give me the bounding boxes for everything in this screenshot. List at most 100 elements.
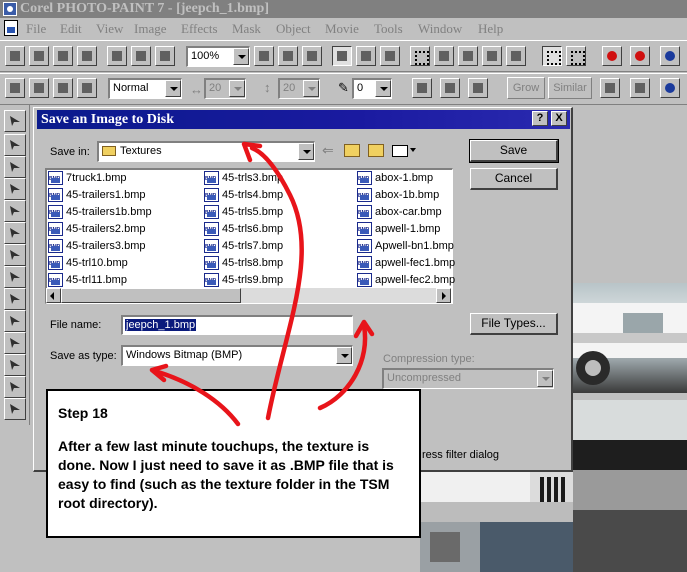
list-item[interactable]: apwell-fec1.bmp [355,255,455,272]
corel-app-icon[interactable] [3,2,17,16]
menu-help[interactable]: Help [478,21,503,37]
menu-mask[interactable]: Mask [232,21,261,37]
clone-tool-icon[interactable] [4,376,26,398]
mask-overlay-icon[interactable] [482,46,502,66]
fill-tool-icon[interactable] [4,310,26,332]
list-item[interactable]: abox-car.bmp [355,204,442,221]
cut-icon[interactable] [107,46,127,66]
zoom-actual-icon[interactable] [278,46,298,66]
corel-tutor-icon[interactable] [630,46,650,66]
tolerance-field[interactable]: 0 [352,78,392,99]
scroll-left-icon[interactable] [46,288,61,303]
mask-preview-icon[interactable] [600,78,620,98]
save-in-select[interactable]: Textures [97,141,315,162]
color-mask-icon[interactable] [660,78,680,98]
paint-bucket-tool-icon[interactable] [4,156,26,178]
info-icon[interactable] [602,46,622,66]
list-item[interactable]: 45-trailers2.bmp [46,221,145,238]
chevron-down-icon[interactable] [336,347,352,364]
list-item[interactable]: 45-trailers1b.bmp [46,204,152,221]
save-as-type-select[interactable]: Windows Bitmap (BMP) [121,345,353,366]
list-item[interactable]: 7truck1.bmp [46,170,127,187]
menu-edit[interactable]: Edit [60,21,82,37]
copy-icon[interactable] [131,46,151,66]
image-sprayer-tool-icon[interactable] [4,398,26,420]
pointer-tool-icon[interactable] [4,110,26,132]
print-icon[interactable] [77,46,97,66]
edit-text-icon[interactable] [380,46,400,66]
menu-window[interactable]: Window [418,21,462,37]
list-item[interactable]: 45-trl10.bmp [46,255,128,272]
menu-view[interactable]: View [96,21,123,37]
feather-icon[interactable] [412,78,432,98]
zoom-select[interactable]: 100% [186,46,250,67]
save-disk-icon[interactable] [53,46,73,66]
text-tool-icon[interactable] [4,288,26,310]
list-view-icon[interactable] [392,145,408,157]
mask-remove-icon[interactable] [458,46,478,66]
chevron-down-icon[interactable] [229,80,245,97]
compression-select[interactable]: Uncompressed [382,368,554,389]
smooth-icon[interactable] [440,78,460,98]
zoom-screen-icon[interactable] [302,46,322,66]
mask-tool-icon[interactable] [4,134,26,156]
mask-show-icon[interactable] [542,46,562,66]
merge-mode-select[interactable]: Normal [108,78,182,99]
list-item[interactable]: 45-trls4.bmp [202,187,283,204]
zoom-fit-icon[interactable] [254,46,274,66]
document-icon[interactable] [4,20,18,36]
height-field[interactable]: 20 [278,78,320,99]
compress-filter-option-label[interactable]: ress filter dialog [422,449,499,461]
open-folder-icon[interactable] [29,46,49,66]
mask-marquee-icon[interactable] [410,46,430,66]
menu-file[interactable]: File [26,21,46,37]
scroll-right-icon[interactable] [436,288,451,303]
menu-movie[interactable]: Movie [325,21,359,37]
scroll-thumb[interactable] [61,288,241,303]
list-item[interactable]: 45-trls3.bmp [202,170,283,187]
new-file-icon[interactable] [5,46,25,66]
object-picker-icon[interactable] [332,46,352,66]
file-list-scrollbar[interactable] [46,288,451,303]
chevron-down-icon[interactable] [298,143,314,160]
cancel-button[interactable]: Cancel [470,168,558,190]
list-item[interactable]: 45-trls7.bmp [202,238,283,255]
pen-tool-icon[interactable] [4,332,26,354]
mask-channel-icon[interactable] [630,78,650,98]
up-folder-icon[interactable] [344,144,360,157]
back-arrow-icon[interactable]: ⇐ [322,142,334,159]
list-item[interactable]: apwell-fec2.bmp [355,272,455,289]
effect-tool-icon[interactable] [4,354,26,376]
mask-mode-add-icon[interactable] [29,78,49,98]
chevron-down-icon[interactable] [537,370,553,387]
mask-grid-icon[interactable] [506,46,526,66]
mask-marquee-visible-icon[interactable] [566,46,586,66]
grow-button[interactable]: Grow [507,77,545,99]
list-item[interactable]: abox-1b.bmp [355,187,439,204]
chevron-down-icon[interactable] [410,148,416,152]
menu-image[interactable]: Image [134,21,166,37]
crop-tool-icon[interactable] [4,178,26,200]
mask-mode-xor-icon[interactable] [77,78,97,98]
list-item[interactable]: abox-1.bmp [355,170,433,187]
eraser-tool-icon[interactable] [4,244,26,266]
mask-mode-normal-icon[interactable] [5,78,25,98]
mask-mode-subtract-icon[interactable] [53,78,73,98]
dialog-help-button[interactable]: ? [532,111,548,126]
save-button[interactable]: Save [469,139,559,163]
menu-tools[interactable]: Tools [374,21,403,37]
chevron-down-icon[interactable] [165,80,181,97]
file-name-input[interactable]: jeepch_1.bmp [121,315,353,335]
chevron-down-icon[interactable] [233,48,249,65]
help-book-icon[interactable] [660,46,680,66]
zoom-tool-icon[interactable] [4,200,26,222]
dialog-close-button[interactable]: X [551,111,567,126]
threshold-icon[interactable] [468,78,488,98]
list-item[interactable]: 45-trls6.bmp [202,221,283,238]
width-field[interactable]: 20 [204,78,246,99]
chevron-down-icon[interactable] [375,80,391,97]
chevron-down-icon[interactable] [303,80,319,97]
list-item[interactable]: Apwell-bn1.bmp [355,238,454,255]
paste-icon[interactable] [155,46,175,66]
list-item[interactable]: apwell-1.bmp [355,221,440,238]
